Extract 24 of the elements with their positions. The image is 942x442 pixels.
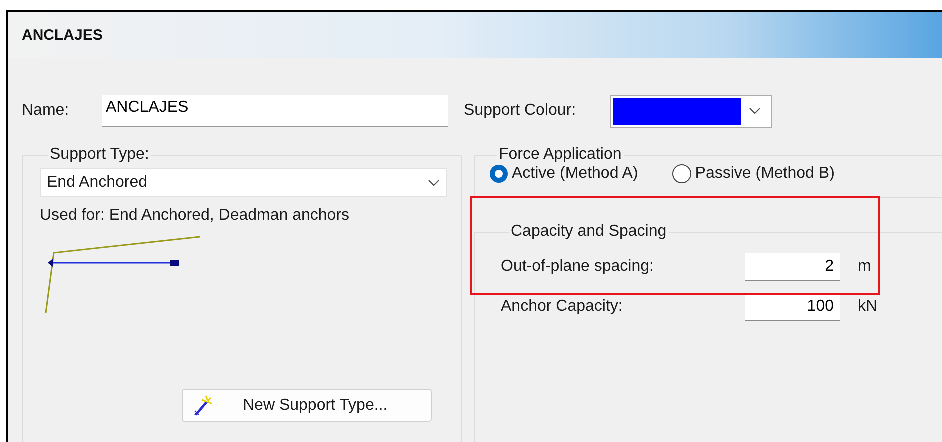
caret-icon	[428, 178, 440, 186]
magic-wand-icon	[193, 394, 213, 418]
new-support-type-button[interactable]: New Support Type...	[182, 389, 432, 422]
field-label: Out-of-plane spacing:	[501, 258, 655, 276]
usage-description: Used for: End Anchored, Deadman anchors	[40, 207, 351, 225]
number-field[interactable]: 2	[745, 253, 840, 281]
radio-option[interactable]: Passive (Method B)	[672, 164, 835, 184]
number-field[interactable]: 100	[745, 293, 840, 321]
radio-option[interactable]: Active (Method A)	[489, 164, 638, 184]
window-title: ANCLAJES	[22, 26, 103, 44]
unit-label: m	[858, 258, 872, 276]
field-label: Anchor Capacity:	[501, 298, 624, 316]
support-colour-label: Support Colour:	[464, 102, 578, 120]
radio-button[interactable]	[489, 164, 509, 184]
name-field[interactable]: ANCLAJES	[102, 95, 448, 127]
radio-button[interactable]	[672, 164, 692, 184]
group-legend: Support Type:	[48, 146, 152, 164]
caret-icon	[749, 107, 761, 115]
colour-picker[interactable]	[610, 94, 772, 128]
group-legend: Capacity and Spacing	[509, 223, 669, 241]
name-label: Name:	[22, 102, 70, 120]
unit-label: kN	[858, 298, 878, 316]
support-type-dropdown[interactable]: End Anchored	[40, 168, 447, 197]
group-legend: Force Application	[497, 146, 624, 164]
